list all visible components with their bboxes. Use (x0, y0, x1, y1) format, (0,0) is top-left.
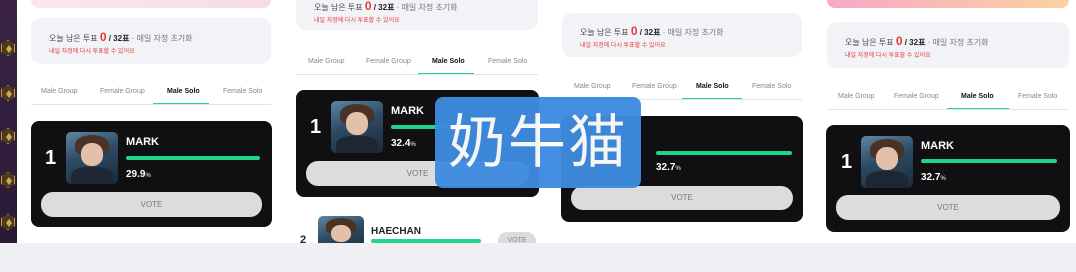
tab-male-group[interactable]: Male Group (308, 58, 345, 65)
bottom-bar (0, 243, 1076, 272)
rank-number: 1 (310, 116, 322, 138)
rank-card: 1 MARK 29.9% VOTE (31, 121, 272, 227)
tab-divider (827, 109, 1069, 110)
badge-icon[interactable] (1, 128, 15, 144)
vote-percent: 32.7% (921, 172, 946, 183)
category-tabs: Male Group Female Group Male Solo Female… (296, 58, 538, 80)
vote-info-box: 오늘 남은 투표 0 / 32표 · 매일 자정 초기화 내일 자정에 다시 투… (296, 0, 538, 30)
tab-male-solo[interactable]: Male Solo (167, 88, 200, 95)
badge-icon[interactable] (1, 40, 15, 56)
tab-male-solo[interactable]: Male Solo (961, 93, 994, 100)
tab-male-solo[interactable]: Male Solo (696, 83, 729, 90)
top-banner (827, 0, 1069, 8)
tab-male-group[interactable]: Male Group (838, 93, 875, 100)
vote-info-box: 오늘 남은 투표 0 / 32표 · 매일 자정 초기화 내일 자정에 다시 투… (31, 18, 271, 64)
artist-photo[interactable] (331, 101, 383, 153)
tab-male-solo[interactable]: Male Solo (432, 58, 465, 65)
category-tabs: Male Group Female Group Male Solo Female… (827, 93, 1069, 115)
vote-info-box: 오늘 남은 투표 0 / 32표 · 매일 자정 초기화 내일 자정에 다시 투… (827, 22, 1069, 68)
left-app-strip (0, 0, 17, 243)
tab-female-solo[interactable]: Female Solo (488, 58, 527, 65)
remaining-votes: 오늘 남은 투표 0 / 32표 · 매일 자정 초기화 (580, 24, 724, 38)
artist-name: MARK (921, 140, 954, 152)
reset-note: 내일 자정에 다시 투표할 수 있어요 (49, 49, 135, 55)
vote-share-bar (921, 159, 1057, 163)
vote-percent: 32.4% (391, 138, 416, 149)
artist-photo[interactable] (66, 132, 118, 184)
vote-panel-1: 오늘 남은 투표 0 / 32표 · 매일 자정 초기화 내일 자정에 다시 투… (17, 0, 285, 243)
vote-percent: 32.7% (656, 162, 681, 173)
remaining-votes: 오늘 남은 투표 0 / 32표 · 매일 자정 초기화 (314, 0, 458, 13)
tab-female-solo[interactable]: Female Solo (752, 83, 791, 90)
list-item: 2 HAECHAN VOTE (296, 214, 539, 243)
tab-divider (296, 74, 538, 75)
tab-female-group[interactable]: Female Group (894, 93, 939, 100)
tab-divider (31, 104, 271, 105)
vote-button[interactable]: VOTE (41, 192, 262, 217)
rank-number: 2 (300, 234, 307, 243)
screenshot-stage: 오늘 남은 투표 0 / 32표 · 매일 자정 초기화 내일 자정에 다시 투… (0, 0, 1076, 272)
badge-icon[interactable] (1, 214, 15, 230)
tab-female-group[interactable]: Female Group (632, 83, 677, 90)
artist-name: MARK (126, 136, 159, 148)
vote-percent: 29.9% (126, 169, 151, 180)
tab-male-group[interactable]: Male Group (41, 88, 78, 95)
category-tabs: Male Group Female Group Male Solo Female… (31, 88, 271, 110)
remaining-votes: 오늘 남은 투표 0 / 32표 · 매일 자정 초기화 (845, 34, 989, 48)
tab-male-group[interactable]: Male Group (574, 83, 611, 90)
rank-number: 1 (841, 151, 853, 173)
tab-female-group[interactable]: Female Group (100, 88, 145, 95)
tab-female-group[interactable]: Female Group (366, 58, 411, 65)
rank-card: 1 MARK 32.7% VOTE (826, 125, 1070, 232)
vote-share-bar (126, 156, 260, 160)
reset-note: 내일 자정에 다시 투표할 수 있어요 (314, 18, 400, 24)
reset-note: 내일 자정에 다시 투표할 수 있어요 (845, 53, 931, 59)
vote-button[interactable]: VOTE (571, 186, 793, 210)
tab-female-solo[interactable]: Female Solo (223, 88, 262, 95)
remaining-votes: 오늘 남은 투표 0 / 32표 · 매일 자정 초기화 (49, 30, 193, 44)
artist-photo[interactable] (318, 216, 364, 243)
vote-share-bar (656, 151, 792, 155)
artist-photo[interactable] (861, 136, 913, 188)
vote-button[interactable]: VOTE (836, 195, 1060, 220)
vote-info-box: 오늘 남은 투표 0 / 32표 · 매일 자정 초기화 내일 자정에 다시 투… (562, 13, 802, 57)
reset-note: 내일 자정에 다시 투표할 수 있어요 (580, 43, 666, 49)
vote-button[interactable]: VOTE (498, 232, 536, 243)
vote-panel-4: 오늘 남은 투표 0 / 32표 · 매일 자정 초기화 내일 자정에 다시 투… (814, 0, 1076, 243)
top-banner (31, 0, 271, 8)
badge-icon[interactable] (1, 172, 15, 188)
watermark-label: 奶牛猫 (435, 97, 641, 188)
artist-name: MARK (391, 105, 424, 117)
artist-name: HAECHAN (371, 226, 421, 237)
badge-icon[interactable] (1, 85, 15, 101)
rank-number: 1 (45, 147, 57, 169)
tab-female-solo[interactable]: Female Solo (1018, 93, 1057, 100)
